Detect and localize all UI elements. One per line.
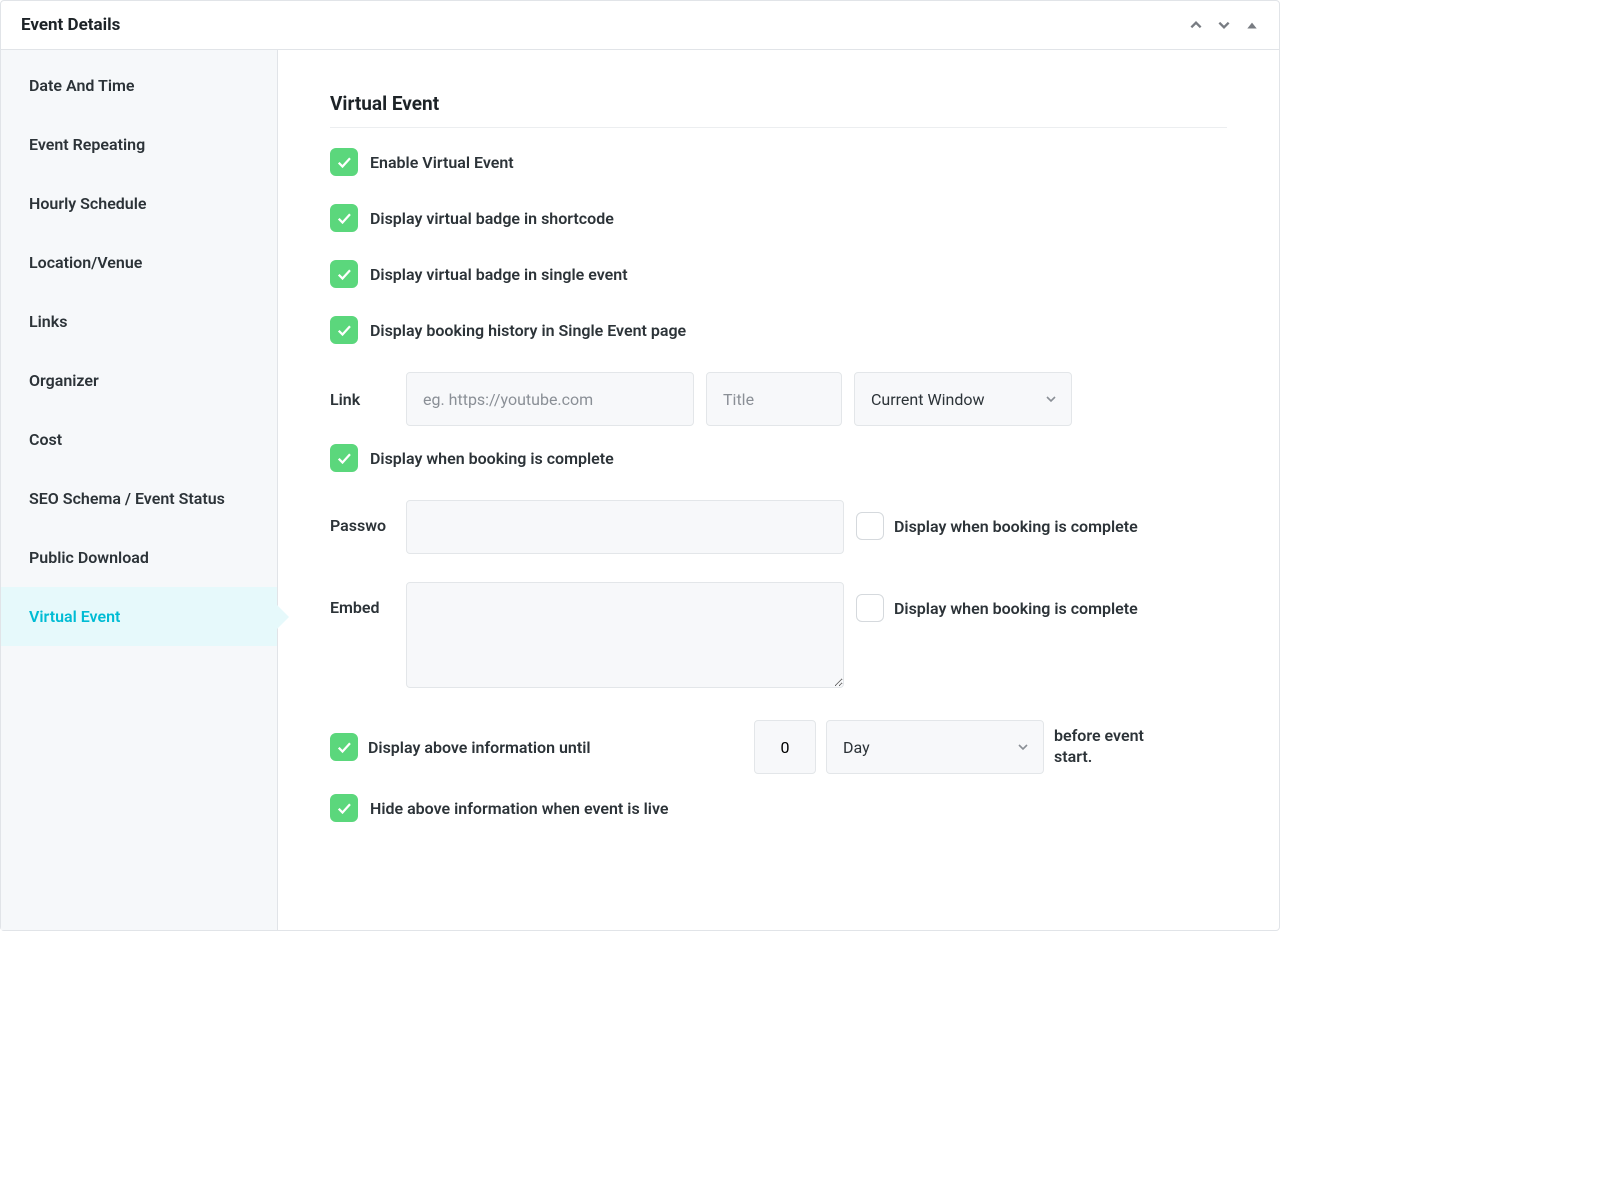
link-url-input[interactable] bbox=[406, 372, 694, 426]
embed-display-checkbox[interactable] bbox=[856, 594, 884, 622]
badge-shortcode-row: Display virtual badge in shortcode bbox=[330, 204, 1227, 232]
panel-controls bbox=[1189, 18, 1259, 32]
hide-when-live-checkbox[interactable] bbox=[330, 794, 358, 822]
embed-textarea[interactable] bbox=[406, 582, 844, 688]
sidebar-item-public-download[interactable]: Public Download bbox=[1, 528, 277, 587]
panel-body: Date And Time Event Repeating Hourly Sch… bbox=[1, 50, 1279, 930]
panel-title: Event Details bbox=[21, 15, 120, 35]
sidebar-item-links[interactable]: Links bbox=[1, 292, 277, 351]
collapse-icon[interactable] bbox=[1245, 18, 1259, 32]
virtual-event-content: Virtual Event Enable Virtual Event Displ… bbox=[278, 50, 1279, 930]
sidebar-item-hourly-schedule[interactable]: Hourly Schedule bbox=[1, 174, 277, 233]
badge-shortcode-checkbox[interactable] bbox=[330, 204, 358, 232]
badge-shortcode-label: Display virtual badge in shortcode bbox=[370, 209, 614, 228]
sidebar: Date And Time Event Repeating Hourly Sch… bbox=[1, 50, 278, 930]
until-checkbox[interactable] bbox=[330, 733, 358, 761]
until-suffix: before event start. bbox=[1054, 726, 1174, 768]
embed-label: Embed bbox=[330, 582, 394, 617]
link-label: Link bbox=[330, 390, 394, 409]
password-input[interactable] bbox=[406, 500, 844, 554]
move-down-icon[interactable] bbox=[1217, 18, 1231, 32]
link-display-complete-label: Display when booking is complete bbox=[370, 449, 614, 468]
password-display-label: Display when booking is complete bbox=[894, 517, 1138, 536]
badge-single-checkbox[interactable] bbox=[330, 260, 358, 288]
password-display-checkbox[interactable] bbox=[856, 512, 884, 540]
panel-header: Event Details bbox=[1, 1, 1279, 50]
link-title-input[interactable] bbox=[706, 372, 842, 426]
hide-when-live-row: Hide above information when event is liv… bbox=[330, 794, 1227, 822]
move-up-icon[interactable] bbox=[1189, 18, 1203, 32]
password-row: Passwo Display when booking is complete bbox=[330, 500, 1227, 554]
link-target-select[interactable]: Current Window bbox=[854, 372, 1072, 426]
enable-virtual-event-checkbox[interactable] bbox=[330, 148, 358, 176]
badge-single-row: Display virtual badge in single event bbox=[330, 260, 1227, 288]
booking-history-row: Display booking history in Single Event … bbox=[330, 316, 1227, 344]
booking-history-label: Display booking history in Single Event … bbox=[370, 321, 686, 340]
sidebar-item-seo-schema[interactable]: SEO Schema / Event Status bbox=[1, 469, 277, 528]
embed-row: Embed Display when booking is complete bbox=[330, 582, 1227, 688]
embed-display-label: Display when booking is complete bbox=[894, 599, 1138, 618]
password-display-group: Display when booking is complete bbox=[856, 500, 1138, 540]
sidebar-item-virtual-event[interactable]: Virtual Event bbox=[1, 587, 277, 646]
until-value-input[interactable] bbox=[754, 720, 816, 774]
until-label: Display above information until bbox=[368, 738, 744, 757]
enable-virtual-event-row: Enable Virtual Event bbox=[330, 148, 1227, 176]
sidebar-item-date-and-time[interactable]: Date And Time bbox=[1, 56, 277, 115]
password-label: Passwo bbox=[330, 500, 394, 535]
event-details-panel: Event Details Date And Time Event Repeat… bbox=[0, 0, 1280, 931]
enable-virtual-event-label: Enable Virtual Event bbox=[370, 153, 514, 172]
section-title: Virtual Event bbox=[330, 92, 1227, 128]
link-display-complete-checkbox[interactable] bbox=[330, 444, 358, 472]
booking-history-checkbox[interactable] bbox=[330, 316, 358, 344]
sidebar-item-event-repeating[interactable]: Event Repeating bbox=[1, 115, 277, 174]
until-row: Display above information until Day befo… bbox=[330, 720, 1227, 774]
link-row: Link Current Window bbox=[330, 372, 1227, 426]
link-group: Current Window bbox=[406, 372, 1072, 426]
hide-when-live-label: Hide above information when event is liv… bbox=[370, 799, 668, 818]
embed-display-group: Display when booking is complete bbox=[856, 582, 1138, 622]
sidebar-item-location-venue[interactable]: Location/Venue bbox=[1, 233, 277, 292]
sidebar-item-cost[interactable]: Cost bbox=[1, 410, 277, 469]
until-unit-select[interactable]: Day bbox=[826, 720, 1044, 774]
badge-single-label: Display virtual badge in single event bbox=[370, 265, 628, 284]
sidebar-item-organizer[interactable]: Organizer bbox=[1, 351, 277, 410]
link-display-complete-row: Display when booking is complete bbox=[330, 444, 1227, 472]
